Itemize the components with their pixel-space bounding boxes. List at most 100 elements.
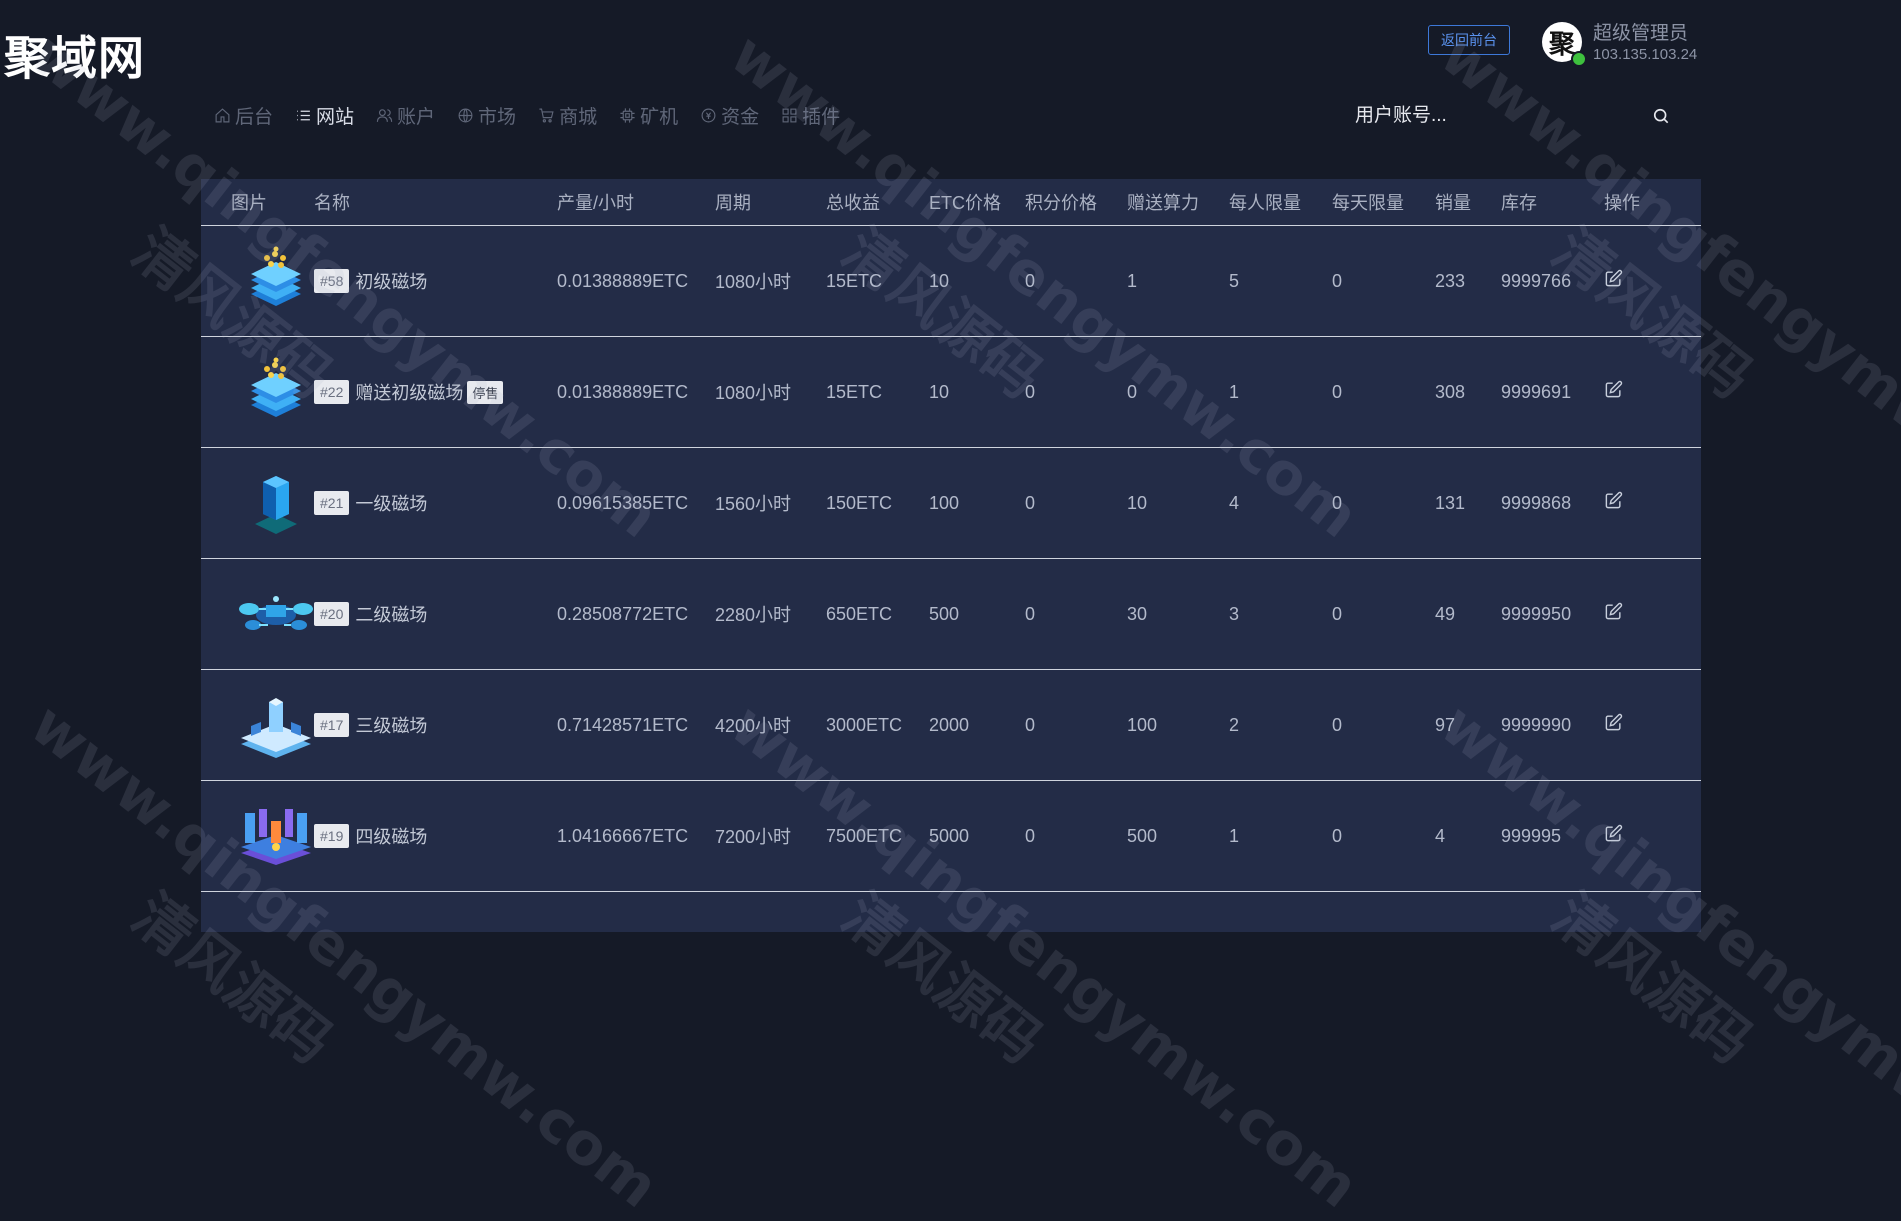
cloud-network-image	[231, 579, 314, 649]
table-row: #19 四级磁场 1.04166667ETC 7200小时 7500ETC 5000 0 50…	[201, 780, 1701, 892]
col-output: 0.09615385ETC	[557, 447, 715, 559]
col-etc-price: 2000	[929, 669, 1025, 781]
col-header-output: 产量/小时	[557, 179, 715, 226]
product-name-cell: #19 四级磁场	[314, 780, 557, 892]
product-name: 四级磁场	[355, 827, 428, 847]
col-stock: 9999766	[1501, 225, 1604, 337]
col-per-person: 4	[1229, 447, 1332, 559]
col-period: 1200小时	[715, 891, 826, 932]
col-header-period: 周期	[715, 179, 826, 226]
product-image	[201, 780, 314, 892]
product-image	[201, 558, 314, 670]
product-name: 赠送初级磁场	[355, 383, 464, 403]
col-per-person: 3	[1229, 558, 1332, 670]
search-icon[interactable]	[1651, 106, 1671, 126]
users-icon	[376, 109, 393, 122]
product-name-cell: #21 一级磁场	[314, 447, 557, 559]
col-points-price: 0	[1025, 336, 1127, 448]
col-header-etc-price: ETC价格	[929, 179, 1025, 226]
col-total: 0ETC	[826, 891, 929, 932]
col-sales: 131	[1435, 447, 1501, 559]
col-output: 0ETC	[557, 891, 715, 932]
col-sales: 233	[1435, 225, 1501, 337]
platform-image	[231, 690, 314, 760]
col-etc-price: 10	[929, 225, 1025, 337]
col-header-image: 图片	[201, 179, 314, 226]
nav-item-miners[interactable]: 矿机	[619, 102, 678, 129]
edit-icon[interactable]	[1604, 824, 1623, 843]
list-icon	[297, 110, 310, 121]
col-points-price: 0	[1025, 225, 1127, 337]
col-output: 0.71428571ETC	[557, 669, 715, 781]
user-account-search-input[interactable]	[1355, 100, 1645, 132]
col-period: 1560小时	[715, 447, 826, 559]
chip-icon	[620, 108, 635, 123]
product-image	[201, 891, 314, 932]
product-name: 初级磁场	[355, 272, 428, 292]
col-per-day: 0	[1332, 669, 1435, 781]
col-points-price: 0	[1025, 447, 1127, 559]
product-name-cell: #22 赠送初级磁场 停售	[314, 336, 557, 448]
col-output: 0.01388889ETC	[557, 336, 715, 448]
product-id-badge: #58	[314, 269, 350, 293]
product-id-badge: #19	[314, 824, 350, 848]
product-table: 图片 名称 产量/小时 周期 总收益 ETC价格 积分价格 赠送算力 每人限量 …	[201, 179, 1701, 932]
product-name-cell: #32矿池道具停售	[314, 891, 557, 932]
product-id-badge: #22	[314, 380, 350, 404]
product-image	[201, 447, 314, 559]
user-ip: 103.135.103.24	[1593, 46, 1698, 63]
nav-item-plugins[interactable]: 插件	[781, 102, 840, 129]
col-output: 1.04166667ETC	[557, 780, 715, 892]
main-nav: 后台 网站 账户 市场 商城 矿机 资金 插件	[214, 102, 862, 129]
cube-image	[231, 468, 314, 538]
cart-icon	[539, 108, 554, 123]
product-name-cell: #20 二级磁场	[314, 558, 557, 670]
product-name: 二级磁场	[355, 605, 428, 625]
col-points-price: 0	[1025, 558, 1127, 670]
col-etc-price: 10	[929, 336, 1025, 448]
table-header-row: 图片 名称 产量/小时 周期 总收益 ETC价格 积分价格 赠送算力 每人限量 …	[201, 179, 1701, 226]
col-bonus-power: 500	[1127, 780, 1229, 892]
edit-icon[interactable]	[1604, 713, 1623, 732]
col-bonus-power: 10	[1127, 447, 1229, 559]
col-total: 3000ETC	[826, 669, 929, 781]
product-image	[201, 225, 314, 337]
product-name: 三级磁场	[355, 716, 428, 736]
nav-item-market[interactable]: 市场	[457, 102, 516, 129]
nav-item-accounts[interactable]: 账户	[376, 102, 435, 129]
discontinued-tag: 停售	[467, 380, 504, 404]
col-per-person: 0	[1229, 891, 1332, 932]
nav-item-home[interactable]: 后台	[214, 102, 273, 129]
nav-item-funds[interactable]: 资金	[700, 102, 759, 129]
col-bonus-power: 100	[1127, 669, 1229, 781]
col-period: 4200小时	[715, 669, 826, 781]
col-header-stock: 库存	[1501, 179, 1604, 226]
nav-label: 后台	[235, 107, 274, 128]
col-stock: 9999950	[1501, 558, 1604, 670]
col-total: 15ETC	[826, 336, 929, 448]
col-actions	[1604, 336, 1701, 448]
nav-label: 账户	[397, 107, 436, 128]
col-etc-price: 500	[929, 558, 1025, 670]
back-to-frontend-button[interactable]: 返回前台	[1428, 25, 1510, 55]
table-row: #22 赠送初级磁场 停售 0.01388889ETC 1080小时 15ETC 10 0 0 1…	[201, 336, 1701, 448]
product-id-badge: #17	[314, 713, 350, 737]
edit-icon[interactable]	[1604, 269, 1623, 288]
edit-icon[interactable]	[1604, 380, 1623, 399]
stack-coins-image	[231, 357, 314, 427]
product-name-cell: #17 三级磁场	[314, 669, 557, 781]
nav-item-shop[interactable]: 商城	[538, 102, 597, 129]
col-per-day: 0	[1332, 891, 1435, 932]
col-points-price: 0	[1025, 780, 1127, 892]
col-stock: 9999990	[1501, 669, 1604, 781]
col-sales: 4	[1435, 780, 1501, 892]
product-name: 一级磁场	[355, 494, 428, 514]
online-status-dot	[1571, 51, 1587, 67]
nav-label: 网站	[316, 107, 355, 128]
edit-icon[interactable]	[1604, 602, 1623, 621]
edit-icon[interactable]	[1604, 491, 1623, 510]
col-per-day: 0	[1332, 336, 1435, 448]
product-name-cell: #58 初级磁场	[314, 225, 557, 337]
col-total: 150ETC	[826, 447, 929, 559]
nav-item-website[interactable]: 网站	[295, 102, 354, 129]
